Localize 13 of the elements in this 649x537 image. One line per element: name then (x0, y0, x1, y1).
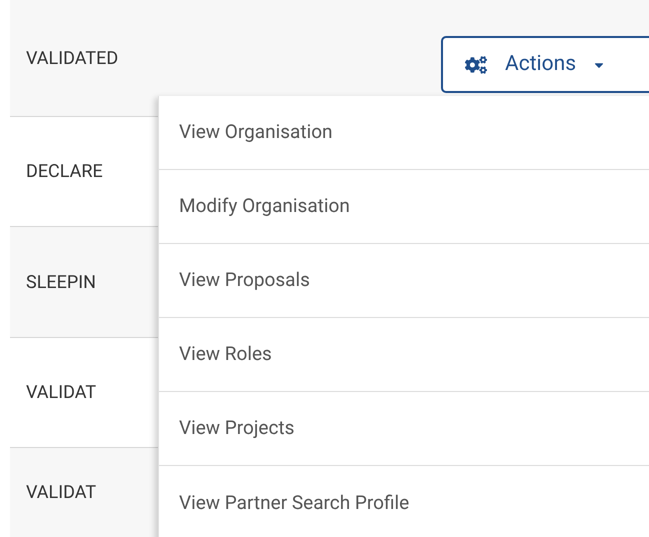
status-text: VALIDATED (26, 46, 118, 70)
gears-icon (465, 54, 487, 76)
menu-item[interactable]: View Organisation (159, 96, 649, 170)
menu-item[interactable]: View Partner Search Profile (159, 466, 649, 537)
status-text: SLEEPIN (26, 270, 96, 294)
menu-item[interactable]: View Roles (159, 318, 649, 392)
status-text: DECLARE (26, 160, 103, 184)
status-text: VALIDAT (26, 481, 96, 505)
menu-item[interactable]: View Proposals (159, 244, 649, 318)
actions-button[interactable]: Actions (441, 36, 649, 93)
menu-item[interactable]: View Projects (159, 392, 649, 466)
status-text: VALIDAT (26, 381, 96, 405)
menu-item[interactable]: Modify Organisation (159, 170, 649, 244)
